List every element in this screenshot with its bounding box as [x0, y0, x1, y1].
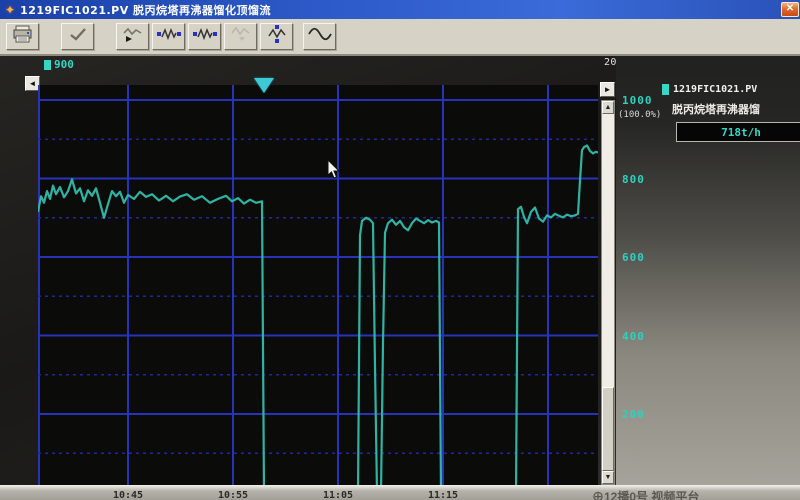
right-panel: 1000 800 600 400 200 (100.0%) 1219FIC1021.PV… [616, 56, 800, 485]
app-window: ✦ 1219FIC1021.PV 脱丙烷塔再沸器馏化顶馏流 ✕ 900 2019… [0, 0, 800, 500]
window-title: 1219FIC1021.PV 脱丙烷塔再沸器馏化顶馏流 [20, 2, 271, 18]
window-diamond-icon: ✦ [5, 4, 15, 16]
vertical-scrollbar[interactable]: ▲ ▼ [601, 100, 615, 485]
trend-plot[interactable] [38, 85, 598, 485]
trend-prev-button[interactable] [224, 23, 257, 50]
pen-readout: 900 [44, 58, 74, 71]
check-icon [67, 26, 89, 47]
confirm-button[interactable] [61, 23, 94, 50]
close-button[interactable]: ✕ [781, 2, 799, 17]
pen-value: 900 [54, 58, 74, 71]
wave-dots-horizontal-icon [156, 26, 182, 47]
wave-faded-icon [229, 25, 253, 48]
wave-icon [307, 26, 333, 47]
time-zoom-out-button[interactable] [188, 23, 221, 50]
toolbar [0, 19, 800, 56]
scroll-up-button[interactable]: ▲ [602, 101, 614, 114]
time-zoom-in-button[interactable] [152, 23, 185, 50]
y-tick-label: 1000 [622, 94, 653, 107]
y-tick-label: 600 [622, 251, 645, 264]
scrollbar-thumb[interactable] [602, 387, 614, 471]
wave-dots-vertical-icon [266, 24, 288, 49]
print-button[interactable] [6, 23, 39, 50]
printer-icon [12, 25, 34, 48]
y-tick-label: 200 [622, 408, 645, 421]
time-axis-strip: 10:45 10:55 11:05 11:15 ⊕12播0号 视频平台 [0, 485, 800, 500]
mouse-cursor-icon [327, 160, 340, 184]
time-marker-icon[interactable] [254, 78, 274, 93]
legend-tag-name: 1219FIC1021.PV [673, 84, 757, 95]
trend-chart [38, 85, 598, 485]
wave-button[interactable] [303, 23, 336, 50]
x-tick-label: 10:45 [113, 490, 143, 500]
y-tick-label: 800 [622, 173, 645, 186]
scroll-down-button[interactable]: ▼ [602, 471, 614, 484]
video-watermark: ⊕12播0号 视频平台 [592, 488, 699, 500]
pen-swatch-icon [44, 60, 51, 70]
current-value-readout: 718t/h [676, 122, 800, 142]
x-tick-label: 10:55 [218, 490, 248, 500]
x-tick-label: 11:15 [428, 490, 458, 500]
legend-description: 脱丙烷塔再沸器馏 [672, 101, 800, 117]
titlebar[interactable]: ✦ 1219FIC1021.PV 脱丙烷塔再沸器馏化顶馏流 ✕ [0, 0, 800, 19]
scale-percent-label: (100.0%) [618, 110, 661, 120]
trend-client-area: 900 2019-6-5 10:40:47 ◄ ► ▲ ▼ 1000800600… [0, 56, 800, 485]
trend-play-icon [121, 25, 145, 48]
trend-run-button[interactable] [116, 23, 149, 50]
trend-line [38, 146, 598, 486]
value-scale-button[interactable] [260, 23, 293, 50]
x-tick-label: 11:05 [323, 490, 353, 500]
legend-color-swatch-icon [662, 84, 669, 95]
y-tick-label: 400 [622, 330, 645, 343]
pan-right-button[interactable]: ► [600, 82, 615, 97]
legend-entry[interactable]: 1219FIC1021.PV [662, 84, 757, 95]
wave-dots-horizontal-icon [192, 26, 218, 47]
